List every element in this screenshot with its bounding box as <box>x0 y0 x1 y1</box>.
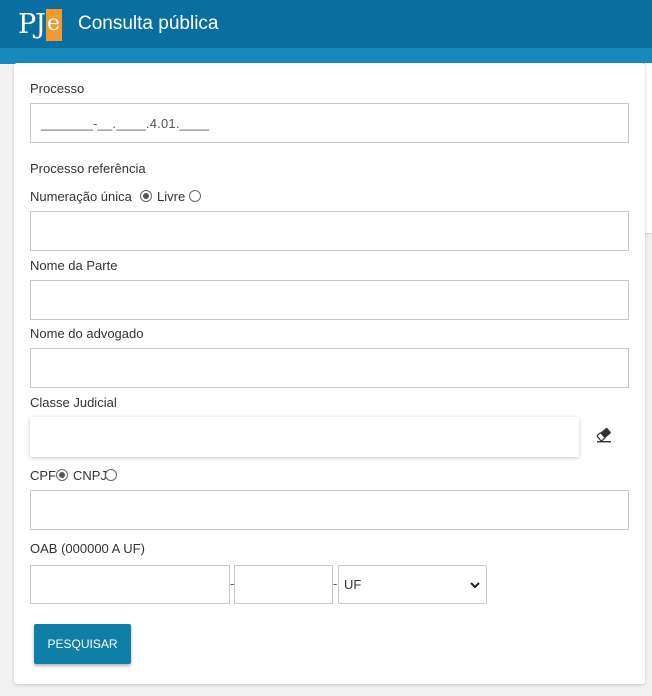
pje-logo: PJ e <box>18 9 62 41</box>
sub-header-bar <box>0 48 652 64</box>
processo-mask: _______-__.____.4.01.____ <box>41 116 210 131</box>
cnpj-label: CNPJ <box>73 468 107 483</box>
cnpj-radio[interactable] <box>105 469 117 481</box>
processo-input[interactable]: _______-__.____.4.01.____ <box>30 103 629 143</box>
top-header-bar: PJ e Consulta pública <box>0 0 652 48</box>
documento-input[interactable] <box>30 490 629 530</box>
nome-advogado-label: Nome do advogado <box>30 326 144 341</box>
oab-number-input[interactable] <box>30 565 230 604</box>
uf-select[interactable]: UF <box>338 565 487 604</box>
classe-judicial-label: Classe Judicial <box>30 395 117 410</box>
pesquisar-button[interactable]: PESQUISAR <box>34 624 131 664</box>
uf-select-value: UF <box>344 577 362 592</box>
oab-separator-2: - <box>333 576 338 591</box>
side-panel-edge <box>644 63 652 233</box>
numeracao-unica-label: Numeração única <box>30 189 132 204</box>
classe-judicial-input[interactable] <box>30 417 579 457</box>
livre-label: Livre <box>157 189 186 204</box>
cpf-radio[interactable] <box>56 469 68 481</box>
app-title: Consulta pública <box>78 13 219 34</box>
nome-advogado-input[interactable] <box>30 348 629 388</box>
oab-label: OAB (000000 A UF) <box>30 541 145 556</box>
cpf-label: CPF <box>30 468 56 483</box>
numeracao-unica-radio[interactable] <box>140 190 152 202</box>
processo-label: Processo <box>30 81 85 96</box>
processo-referencia-input[interactable] <box>30 211 629 251</box>
nome-parte-input[interactable] <box>30 280 629 320</box>
eraser-icon[interactable] <box>595 426 613 444</box>
livre-radio[interactable] <box>189 190 201 202</box>
chevron-down-icon <box>470 582 480 589</box>
processo-referencia-label: Processo referência <box>30 161 146 176</box>
oab-letter-input[interactable] <box>234 565 333 604</box>
nome-parte-label: Nome da Parte <box>30 258 118 273</box>
